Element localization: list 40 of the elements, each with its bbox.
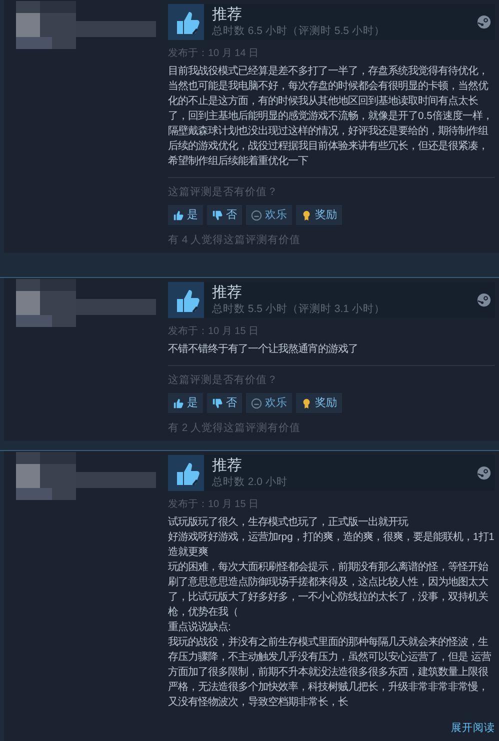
review-text: 玩的困难，每次大面积刷怪都会提示，前期没有那么离谱的怪，等怪开始刷了意思意思造点防御现场手搓都来得及，这点比较人性，因为地图太大了，比试玩版大了好多好多，一不小心防线拉的太长了，没事，双持机关枪，优势在我（ <box>168 560 490 620</box>
review-text: 试玩版玩了很久，生存模式也玩了，正式版一出就开玩 <box>168 515 410 530</box>
thumbs-down-icon <box>212 398 223 408</box>
funny-button[interactable]: 欢乐 <box>246 393 292 413</box>
helpful-question: 这篇评测是否有价值？ <box>168 185 278 199</box>
review-text: 重点说说缺点: <box>168 620 232 635</box>
no-button[interactable]: 否 <box>207 205 242 225</box>
expand-link[interactable]: 展开阅读 <box>451 721 495 735</box>
review-text: 我玩的战役，并没有之前生存模式里面的那种每隔几天就会来的怪波，生存压力骤降，不主动触发几乎没有压力，虽然可以安心运营了，但是 运营方面加了很多限制，前期不升本就没法造很多很多东西，建筑数量上限很严格，无法造很多个加快效率，科技树贼几把长，升级非常非常非常慢，又没有怪物波次，导致空档期非常长，长 <box>168 635 492 710</box>
steam-logo-icon <box>477 15 491 29</box>
verdict: 推荐 <box>212 6 242 24</box>
review-text: 好游戏呀好游戏，运营加rpg，打的爽，造的爽，很爽，要是能联机，1打1造就更爽 <box>168 530 495 560</box>
smiley-icon <box>251 398 262 408</box>
yes-button[interactable]: 是 <box>168 205 203 225</box>
medal-icon <box>301 398 312 408</box>
award-button[interactable]: 奖励 <box>296 205 342 225</box>
yes-button[interactable]: 是 <box>168 393 203 413</box>
post-date: 发布于：10 月 14 日 <box>168 47 259 60</box>
thumbs-up-icon <box>173 398 184 408</box>
playtime: 总时数 2.0 小时 <box>212 475 288 489</box>
verdict: 推荐 <box>212 457 242 475</box>
post-date: 发布于：10 月 15 日 <box>168 325 259 338</box>
review-text: 目前我战役模式已经算是差不多打了一半了，存盘系统我觉得有待优化，当然也可能是我电脑不好，每次存盘的时候都会有很明显的卡顿，当然优化的不止是这方面，有的时候我从其他地区回到基地读取时间有点太长了，回到主基地后能明显的感觉游戏不流畅，就像是开了0.5倍速度一样，隔壁戴森球计划也没出现过这样的情况，好评我还是要给的，期待制作组后续的游戏优化，战役过程据我目前体验来讲有些冗长，但还是很紧凑，希望制作组后续能着重优化一下 <box>168 64 494 169</box>
verdict: 推荐 <box>212 284 242 302</box>
steam-logo-icon <box>477 466 491 480</box>
helpful-count: 有 4 人觉得这篇评测有价值 <box>168 233 301 247</box>
playtime: 总时数 6.5 小时（评测时 5.5 小时） <box>212 24 385 38</box>
review-text: 不错不错终于有了一个让我熬通宵的游戏了 <box>168 342 359 357</box>
playtime: 总时数 5.5 小时（评测时 3.1 小时） <box>212 302 385 316</box>
award-button[interactable]: 奖励 <box>296 393 342 413</box>
funny-button[interactable]: 欢乐 <box>246 205 292 225</box>
helpful-count: 有 2 人觉得这篇评测有价值 <box>168 421 301 435</box>
post-date: 发布于：10 月 15 日 <box>168 498 259 511</box>
steam-logo-icon <box>477 293 491 307</box>
helpful-question: 这篇评测是否有价值？ <box>168 373 278 387</box>
medal-icon <box>301 210 312 220</box>
no-button[interactable]: 否 <box>207 393 242 413</box>
thumbs-up-icon <box>173 210 184 220</box>
thumbs-down-icon <box>212 210 223 220</box>
smiley-icon <box>251 210 262 220</box>
